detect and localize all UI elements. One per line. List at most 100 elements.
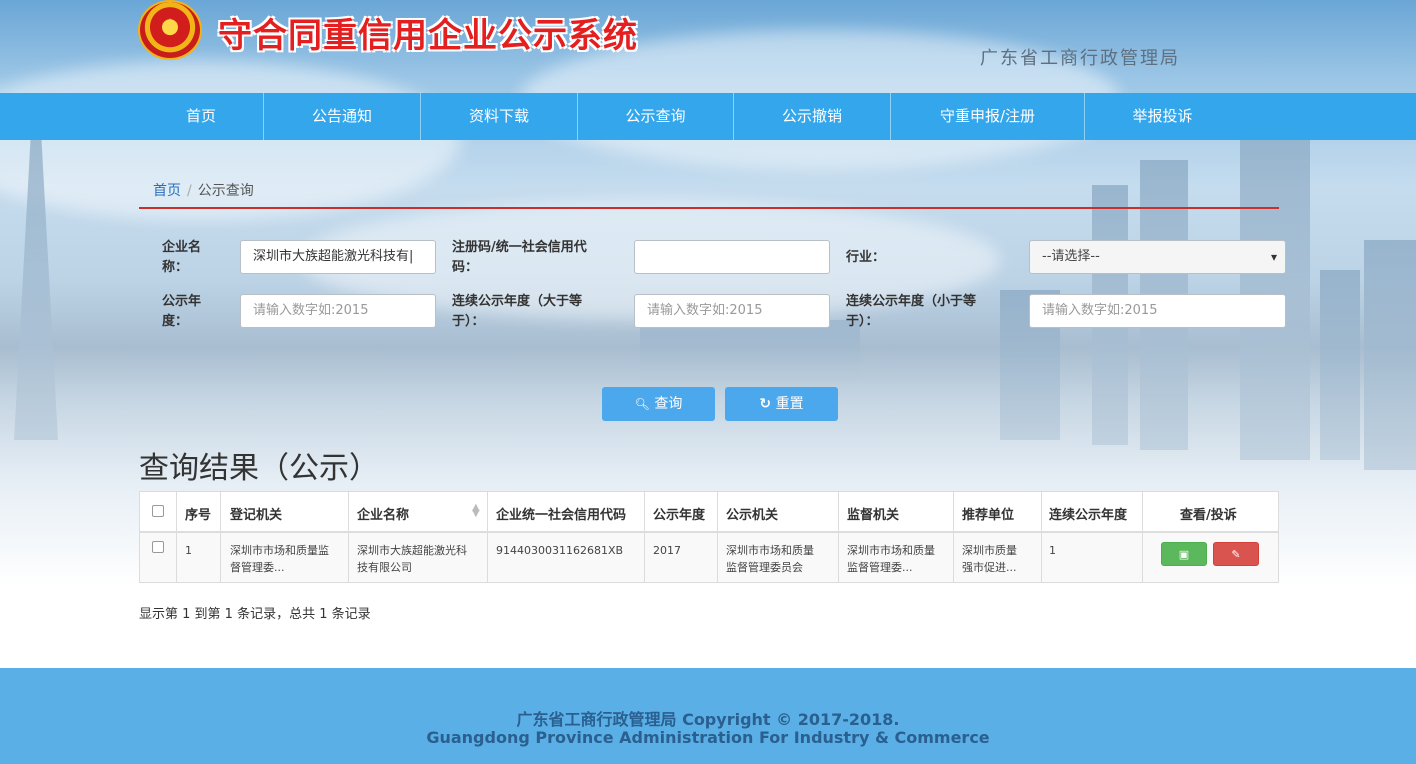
reset-button-label: 重置 [775,396,804,412]
year-input[interactable]: 请输入数字如:2015 [240,294,436,328]
reg-code-input[interactable] [634,240,830,274]
industry-label: 行业： [846,250,886,265]
site-title: 守合同重信用企业公示系统 [218,16,638,56]
column-header-credit-code: 企业统一社会信用代码 [496,508,627,523]
cont-year-lt-label: 连续公示年度（小于等 于）： [846,292,976,332]
view-button[interactable]: ▣ [1161,542,1207,566]
row-cell-company: 深圳市大族超能激光科 技有限公司 [349,533,488,582]
column-header-reg-org: 登记机关 [230,508,283,523]
company-name-input[interactable]: 深圳市大族超能激光科技有| [240,240,436,274]
row-cell-sup-org: 深圳市市场和质量 监督管理委... [839,533,954,582]
cont-year-gt-label-line1: 连续公示年度（大于等 [452,294,583,309]
cont-year-lt-label-line2: 于）： [846,314,879,329]
row-cell-no: 1 [177,533,221,582]
table-row: 1 深圳市市场和质量监 督管理委... 深圳市大族超能激光科 技有限公司 914… [140,533,1278,582]
search-button[interactable]: 🔍︎ 查询 [602,387,715,421]
cont-year-gt-input[interactable]: 请输入数字如:2015 [634,294,830,328]
cell-cont-years: 1 [1049,544,1056,557]
footer-copyright: 广东省工商行政管理局 Copyright © 2017-2018. [516,710,900,729]
cell-recommend-line2: 强市促进... [962,561,1017,574]
cell-reg-org-line1: 深圳市市场和质量监 [230,544,329,557]
header-cell-pub-org[interactable]: 公示机关 [718,492,839,531]
industry-select[interactable]: --请选择-- [1029,240,1286,274]
site-footer: 广东省工商行政管理局 Copyright © 2017-2018. Guangd… [0,668,1416,764]
breadcrumb-current: 公示查询 [197,183,254,199]
cell-company-line1: 深圳市大族超能激光科 [357,544,467,557]
main-nav: 首页 公告通知 资料下载 公示查询 公示撤销 守重申报/注册 举报投诉 [0,93,1416,140]
column-header-actions: 查看/投诉 [1180,508,1237,523]
complain-button[interactable]: ✎ [1213,542,1259,566]
table-header: 序号 登记机关 企业名称 ▲ ▼ 企业统一社会信用代码 公示年度 公示机关 监督机… [140,492,1278,533]
header-cell-year[interactable]: 公示年度 [645,492,718,531]
cell-recommend: 深圳市质量 强市促进... [962,542,1017,576]
column-header-year: 公示年度 [653,508,706,523]
column-header-sup-org: 监督机关 [847,508,900,523]
edit-icon: ✎ [1231,548,1241,561]
reg-code-label-line1: 注册码/统一社会信用代 [452,240,587,255]
cell-company: 深圳市大族超能激光科 技有限公司 [357,542,467,576]
cell-year: 2017 [653,544,681,557]
column-header-cont-years: 连续公示年度 [1049,508,1128,523]
search-button-label: 查询 [654,396,683,412]
nav-item-notices[interactable]: 公告通知 [264,93,421,140]
row-cell-actions: ▣ ✎ [1143,533,1278,582]
nav-item-query[interactable]: 公示查询 [578,93,734,140]
pagination-summary: 显示第 1 到第 1 条记录，总共 1 条记录 [139,607,371,622]
reg-code-label: 注册码/统一社会信用代 码： [452,238,587,278]
cell-reg-org: 深圳市市场和质量监 督管理委... [230,542,329,576]
column-header-company: 企业名称 [357,508,410,523]
row-cell-cont-years: 1 [1042,533,1143,582]
cell-pub-org-line2: 监督管理委员会 [726,561,803,574]
cell-reg-org-line2: 督管理委... [230,561,285,574]
row-cell-pub-org: 深圳市市场和质量 监督管理委员会 [718,533,839,582]
footer-org-english: Guangdong Province Administration For In… [426,728,990,747]
nav-item-downloads[interactable]: 资料下载 [421,93,578,140]
reg-code-label-line2: 码： [452,260,479,275]
header-cell-credit-code[interactable]: 企业统一社会信用代码 [488,492,645,531]
company-name-label-line2: 称： [162,260,189,275]
row-cell-year: 2017 [645,533,718,582]
site-subtitle: 广东省工商行政管理局 [980,48,1180,69]
cell-company-line2: 技有限公司 [357,561,412,574]
header-cell-no[interactable]: 序号 [177,492,221,531]
sort-icon[interactable]: ▲ ▼ [472,503,480,519]
header-cell-reg-org[interactable]: 登记机关 [221,492,349,531]
breadcrumb: 首页 / 公示查询 [153,180,254,200]
column-header-recommend: 推荐单位 [962,508,1015,523]
row-cell-reg-org: 深圳市市场和质量监 督管理委... [221,533,349,582]
results-title: 查询结果（公示） [139,451,379,486]
company-name-label-line1: 企业名 [162,240,202,255]
cell-pub-org: 深圳市市场和质量 监督管理委员会 [726,542,814,576]
user-card-icon: ▣ [1178,548,1190,561]
header-cell-cont-years[interactable]: 连续公示年度 [1042,492,1143,531]
header-cell-company[interactable]: 企业名称 ▲ ▼ [349,492,488,531]
reset-button[interactable]: ↻ 重置 [725,387,838,421]
nav-item-revoke[interactable]: 公示撤销 [734,93,891,140]
select-all-checkbox[interactable] [152,505,164,517]
refresh-icon: ↻ [759,396,772,412]
header-cell-sup-org[interactable]: 监督机关 [839,492,954,531]
results-table: 序号 登记机关 企业名称 ▲ ▼ 企业统一社会信用代码 公示年度 公示机关 监督机… [139,491,1279,583]
cell-credit-code: 914403003116268​1XB [496,544,624,557]
national-emblem-logo [138,0,202,60]
nav-item-home[interactable]: 首页 [139,93,264,140]
cell-sup-org-line2: 监督管理委... [847,561,913,574]
column-header-no: 序号 [185,508,212,523]
cont-year-gt-label-line2: 于）： [452,314,485,329]
cell-no: 1 [185,544,192,557]
cell-pub-org-line1: 深圳市市场和质量 [726,544,814,557]
nav-item-register[interactable]: 守重申报/注册 [891,93,1085,140]
divider [139,207,1279,209]
cont-year-gt-label: 连续公示年度（大于等 于）： [452,292,582,332]
search-icon: 🔍︎ [634,397,650,411]
nav-item-report[interactable]: 举报投诉 [1085,93,1240,140]
cont-year-lt-label-line1: 连续公示年度（小于等 [846,294,977,309]
industry-select-value: --请选择-- [1042,249,1100,264]
row-cell-select [140,533,177,582]
row-checkbox[interactable] [152,541,164,553]
cont-year-lt-input[interactable]: 请输入数字如:2015 [1029,294,1286,328]
breadcrumb-home-link[interactable]: 首页 [153,183,181,199]
header-cell-recommend[interactable]: 推荐单位 [954,492,1042,531]
header-cell-select [140,492,177,531]
header-cell-actions: 查看/投诉 [1143,492,1278,531]
